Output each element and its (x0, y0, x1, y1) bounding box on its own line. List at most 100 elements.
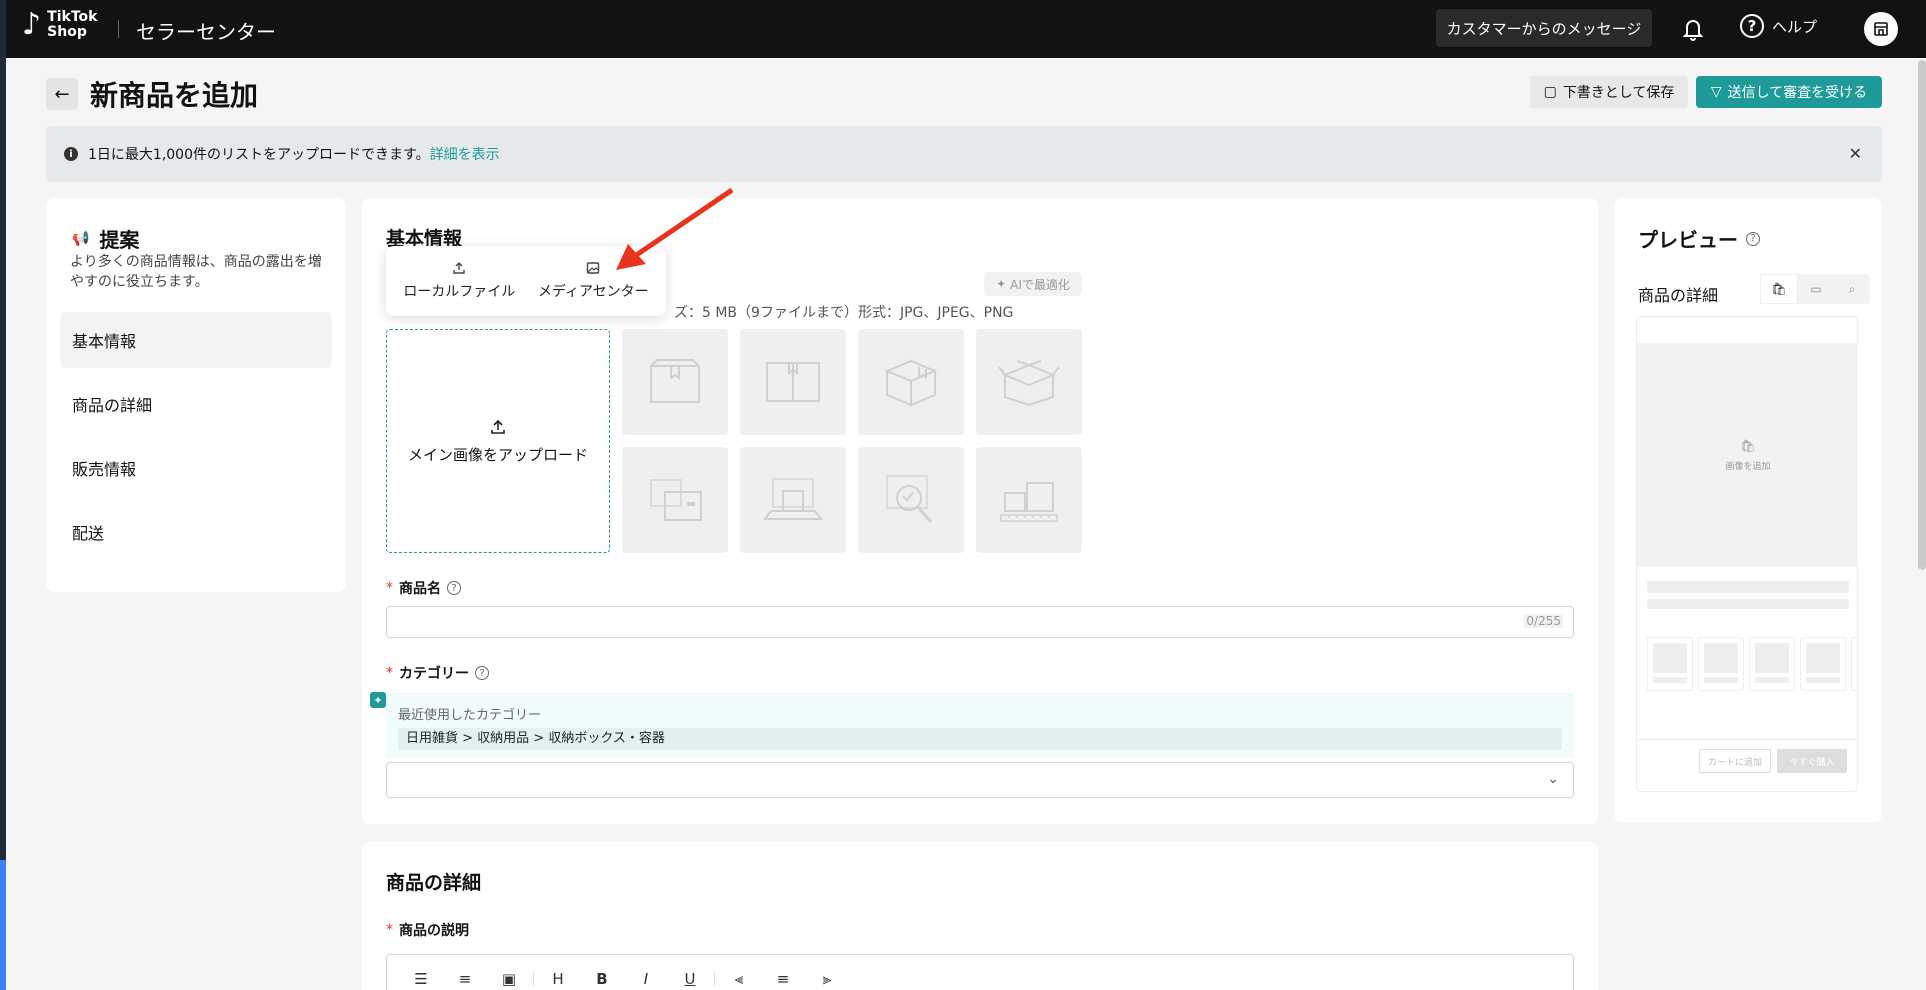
image-icon[interactable]: ▣ (487, 970, 531, 988)
shop-icon[interactable]: 🛍 (1760, 274, 1798, 304)
list-bullet-icon[interactable]: ☰ (399, 970, 443, 988)
info-banner: i 1日に最大1,000件のリストをアップロードできます。詳細を表示 ✕ (46, 126, 1882, 182)
recent-categories-label: 最近使用したカテゴリー (398, 708, 542, 723)
skeleton-line (1647, 581, 1849, 593)
help-icon[interactable]: ? (1746, 231, 1760, 246)
banner-text: 1日に最大1,000件のリストをアップロードできます。 (88, 147, 430, 163)
upload-icon (453, 262, 466, 274)
preview-image-area: 🛍 画像を追加 (1637, 343, 1857, 567)
example-image-slot[interactable] (858, 329, 964, 435)
bold-button[interactable]: B (580, 970, 624, 988)
divider (1637, 739, 1857, 740)
bell-icon[interactable] (1678, 14, 1708, 44)
help-button[interactable]: ? ヘルプ (1740, 14, 1817, 38)
recent-category-option[interactable]: 日用雑貨 > 収納用品 > 収納ボックス・容器 (398, 728, 1562, 750)
example-image-slot[interactable] (622, 329, 728, 435)
list-number-icon[interactable]: ≡ (443, 970, 487, 988)
character-counter: 0/255 (1524, 614, 1563, 628)
image-icon (587, 262, 600, 274)
search-preview-icon[interactable]: ⌕ (1834, 274, 1870, 304)
close-icon[interactable]: ✕ (1849, 144, 1862, 163)
banner-details-link[interactable]: 詳細を表示 (430, 147, 500, 163)
preview-buy-now: 今すぐ購入 (1777, 749, 1847, 773)
example-image-slot[interactable] (976, 329, 1082, 435)
rich-text-toolbar: ☰ ≡ ▣ H B I U ⫷ ≡ ⫸ (386, 954, 1574, 990)
suggestions-title: 📢 提案 (72, 228, 140, 252)
category-label: * カテゴリー ? (386, 663, 489, 683)
image-requirements-hint: ズ：5 MB（9ファイルまで）形式：JPG、JPEG、PNG (674, 305, 1014, 321)
underline-button[interactable]: U (668, 970, 712, 988)
bag-icon: 🛍 (1740, 438, 1756, 453)
skeleton-thumb (1749, 637, 1795, 691)
store-icon[interactable] (1864, 12, 1898, 46)
heading-button[interactable]: H (536, 970, 580, 988)
example-image-slot[interactable] (858, 447, 964, 553)
customer-messages-button[interactable]: カスタマーからのメッセージ (1436, 9, 1652, 47)
product-name-input[interactable]: 0/255 (386, 606, 1574, 638)
tiktok-logo-icon: ♪ (22, 7, 42, 42)
help-icon[interactable]: ? (447, 581, 461, 595)
submit-label: 送信して審査を受ける (1727, 85, 1868, 101)
preview-add-to-cart: カートに追加 (1699, 749, 1771, 773)
live-icon[interactable]: ▭ (1798, 274, 1834, 304)
preview-add-image-label: 画像を追加 (1725, 461, 1771, 472)
align-center-icon[interactable]: ≡ (761, 970, 805, 988)
seller-center-title[interactable]: セラーセンター (136, 16, 276, 45)
sparkle-icon: ✦ (996, 277, 1007, 291)
preview-subtitle: 商品の詳細 (1638, 286, 1719, 305)
page-title: 新商品を追加 (90, 79, 259, 112)
back-arrow-icon[interactable]: ← (46, 78, 78, 110)
preview-title: プレビュー ? (1638, 224, 1760, 253)
sparkle-icon: ✦ (370, 692, 386, 708)
ai-optimize-button[interactable]: ✦ AIで最適化 (984, 272, 1082, 296)
upload-icon (491, 419, 505, 434)
skeleton-thumb (1647, 637, 1693, 691)
window-edge-dark (0, 0, 6, 860)
suggestions-panel: 📢 提案 より多くの商品情報は、商品の露出を増やすのに役立ちます。 基本情報 商… (46, 198, 346, 592)
brand-sub: Shop (47, 24, 87, 40)
nav-item-basic-info[interactable]: 基本情報 (60, 312, 332, 368)
suggestions-description: より多くの商品情報は、商品の露出を増やすのに役立ちます。 (70, 254, 322, 290)
chevron-down-icon: ⌄ (1547, 771, 1559, 787)
example-image-slot[interactable] (976, 447, 1082, 553)
skeleton-thumb (1800, 637, 1846, 691)
main-image-upload[interactable]: メイン画像をアップロード (386, 329, 610, 553)
product-name-label: * 商品名 ? (386, 578, 461, 598)
nav-item-shipping[interactable]: 配送 (60, 504, 332, 560)
skeleton-thumb (1851, 637, 1857, 691)
skeleton-thumb (1698, 637, 1744, 691)
category-select[interactable]: ⌄ (386, 762, 1574, 798)
save-draft-button[interactable]: ▢ 下書きとして保存 (1530, 76, 1688, 108)
nav-item-sales-info[interactable]: 販売情報 (60, 440, 332, 496)
filter-icon: ▽ (1710, 84, 1722, 100)
page-scrollbar[interactable] (1918, 60, 1926, 570)
save-draft-label: 下書きとして保存 (1562, 85, 1675, 101)
align-right-icon[interactable]: ⫸ (805, 970, 849, 988)
example-image-slot[interactable] (740, 329, 846, 435)
submit-review-button[interactable]: ▽ 送信して審査を受ける (1696, 76, 1882, 108)
product-description-label: * 商品の説明 (386, 922, 469, 939)
tiktok-shop-logo[interactable]: ♪ TikTok Shop (22, 10, 97, 40)
help-icon[interactable]: ? (475, 666, 489, 680)
help-icon: ? (1740, 14, 1764, 38)
help-label: ヘルプ (1772, 17, 1818, 36)
phone-preview: 🛍 画像を追加 カートに追加 今すぐ購入 (1636, 316, 1858, 792)
megaphone-icon: 📢 (72, 230, 90, 247)
recent-categories-box: 最近使用したカテゴリー 日用雑貨 > 収納用品 > 収納ボックス・容器 (386, 692, 1574, 758)
example-image-slot[interactable] (740, 447, 846, 553)
info-icon: i (64, 147, 78, 161)
nav-item-product-details[interactable]: 商品の詳細 (60, 376, 332, 432)
annotation-arrow (616, 187, 734, 270)
preview-mode-tabs: 🛍 ▭ ⌕ (1760, 274, 1870, 304)
italic-button[interactable]: I (624, 970, 668, 988)
save-icon: ▢ (1543, 84, 1557, 100)
local-file-option[interactable]: ローカルファイル (403, 261, 515, 301)
top-navigation-bar: ♪ TikTok Shop セラーセンター カスタマーからのメッセージ ? ヘル… (6, 0, 1926, 58)
align-left-icon[interactable]: ⫷ (717, 970, 761, 988)
example-image-slot[interactable] (622, 447, 728, 553)
skeleton-line (1647, 599, 1849, 609)
upload-label: メイン画像をアップロード (407, 445, 588, 464)
brand-name: TikTok (47, 9, 98, 25)
product-details-title: 商品の詳細 (386, 872, 482, 894)
preview-panel: プレビュー ? 商品の詳細 🛍 ▭ ⌕ 🛍 画像を追加 カートに追加 今すぐ購入 (1614, 198, 1882, 822)
